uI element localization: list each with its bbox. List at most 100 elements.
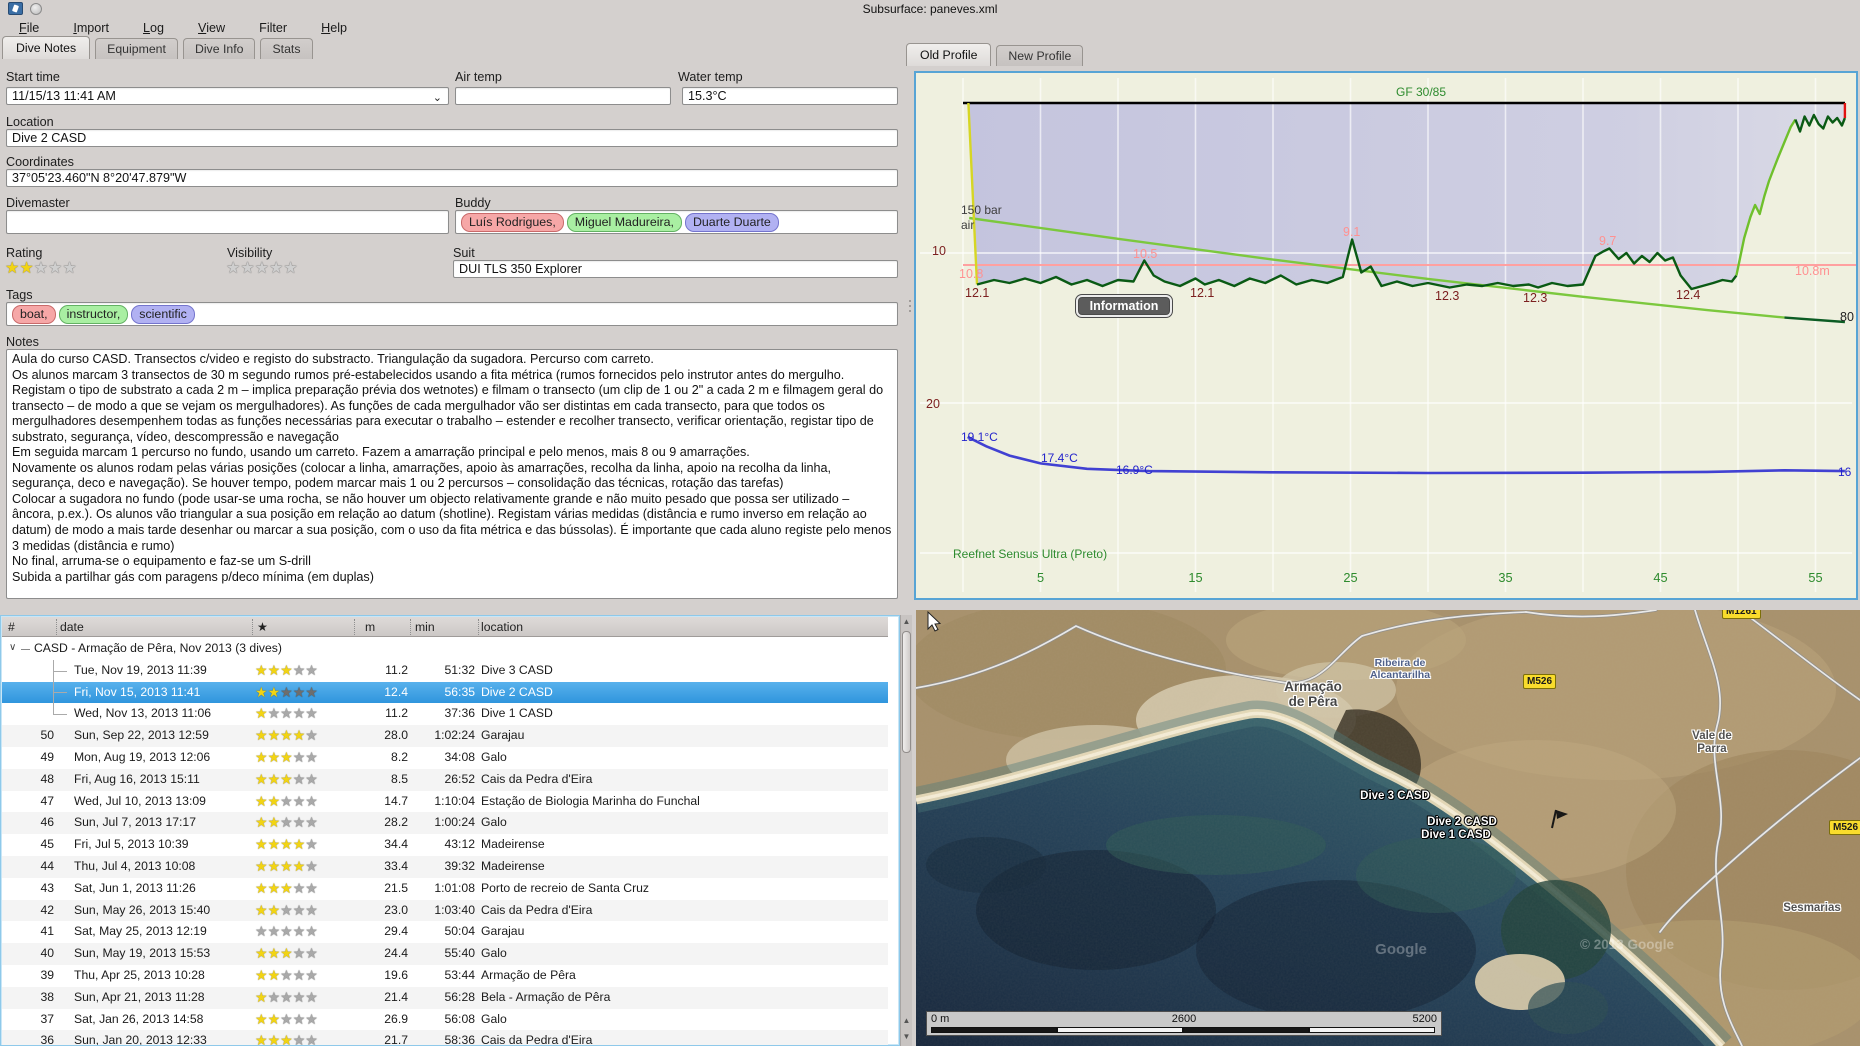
tab-dive-notes[interactable]: Dive Notes xyxy=(2,36,91,59)
dive-row-39[interactable]: 39 Thu, Apr 25, 2013 10:28 ★★★★★ 19.6 53:44 A… xyxy=(2,965,888,987)
star-empty-icon[interactable]: ★ xyxy=(283,261,297,277)
dive-row-40[interactable]: 40 Sun, May 19, 2013 15:53 ★★★★★ 24.4 55:40 G… xyxy=(2,943,888,965)
vertical-splitter-handle[interactable] xyxy=(908,300,912,318)
dive-row-36[interactable]: 36 Sun, Jan 20, 2013 12:33 ★★★★★ 21.7 58:36 C… xyxy=(2,1030,888,1045)
trip-group-row[interactable]: ∨ CASD - Armação de Pêra, Nov 2013 (3 div… xyxy=(2,638,888,660)
dive-row-47[interactable]: 47 Wed, Jul 10, 2013 13:09 ★★★★★ 14.7 1:10:0… xyxy=(2,791,888,813)
star-empty-icon: ★ xyxy=(280,814,293,831)
star-empty-icon: ★ xyxy=(280,1010,293,1027)
chevron-down-icon[interactable]: ⌄ xyxy=(433,91,442,104)
dive-list-header[interactable]: # date ★ m min location xyxy=(2,617,888,637)
divemaster-field[interactable] xyxy=(6,210,449,234)
dive-row-49[interactable]: 49 Mon, Aug 19, 2013 12:06 ★★★★★ 8.2 34:08 Ga… xyxy=(2,747,888,769)
road-badge-m526: M526 xyxy=(1829,820,1860,835)
dive-list-scrollbar[interactable]: ▲ ▲ ▼ xyxy=(900,615,912,1046)
star-filled-icon[interactable]: ★ xyxy=(5,261,19,277)
star-filled-icon[interactable]: ★ xyxy=(19,261,33,277)
star-filled-icon: ★ xyxy=(267,901,281,918)
dive-date: Sat, Jan 26, 2013 14:58 xyxy=(74,1011,204,1026)
dive-row-41[interactable]: 41 Sat, May 25, 2013 12:19 ★★★★★ 29.4 50:04 G… xyxy=(2,921,888,943)
tab-dive-info[interactable]: Dive Info xyxy=(182,38,256,59)
menu-help[interactable]: Help xyxy=(308,20,360,36)
dive-location: Galo xyxy=(481,1011,507,1026)
dive-row-46[interactable]: 46 Sun, Jul 7, 2013 17:17 ★★★★★ 28.2 1:00:24… xyxy=(2,812,888,835)
start-time-combobox[interactable]: 11/15/13 11:41 AM ⌄ xyxy=(6,87,449,105)
notes-textarea[interactable]: Aula do curso CASD. Transectos c/video e… xyxy=(6,349,898,599)
visibility-label: Visibility xyxy=(227,246,273,260)
column-header-num[interactable]: # xyxy=(8,620,15,634)
tags-field[interactable]: boat, instructor, scientific xyxy=(6,302,898,326)
star-empty-icon[interactable]: ★ xyxy=(269,261,283,277)
star-empty-icon[interactable]: ★ xyxy=(34,261,48,277)
dive-site-label: Dive 1 CASD xyxy=(1421,829,1491,841)
menu-filter[interactable]: Filter xyxy=(246,20,300,36)
star-filled-icon: ★ xyxy=(267,727,281,744)
buddy-field[interactable]: Luís Rodrigues, Miguel Madureira, Duarte D… xyxy=(455,210,898,234)
column-header-stars[interactable]: ★ xyxy=(257,620,268,634)
title-bar: Subsurface: paneves.xml xyxy=(0,0,1860,17)
dive-date: Thu, Jul 4, 2013 10:08 xyxy=(74,859,196,873)
tab-new-profile[interactable]: New Profile xyxy=(996,45,1084,66)
coordinates-field[interactable]: 37°05'23.460"N 8°20'47.879"W xyxy=(6,169,898,187)
dive-row-dive-1-casd[interactable]: Wed, Nov 13, 2013 11:06 ★★★★★ 11.2 37:36 Div… xyxy=(2,703,888,725)
rating-stars[interactable]: ★★★★★ xyxy=(5,260,77,278)
dive-row-50[interactable]: 50 Sun, Sep 22, 2013 12:59 ★★★★★ 28.0 1:02:2… xyxy=(2,725,888,747)
water-temp-field[interactable]: 15.3°C xyxy=(682,87,898,105)
dive-location: Galo xyxy=(481,946,507,961)
dive-row-dive-3-casd[interactable]: Tue, Nov 19, 2013 11:39 ★★★★★ 11.2 51:32 Div… xyxy=(2,659,888,682)
visibility-stars[interactable]: ★★★★★ xyxy=(226,260,298,278)
star-empty-icon[interactable]: ★ xyxy=(255,261,269,277)
star-empty-icon[interactable]: ★ xyxy=(226,261,240,277)
scale-start: 0 m xyxy=(931,1013,950,1025)
scrollbar-thumb[interactable] xyxy=(902,631,911,753)
menu-view[interactable]: View xyxy=(185,20,238,36)
dive-location: Garajau xyxy=(481,924,525,939)
scroll-up-icon[interactable]: ▲ xyxy=(901,1016,912,1025)
chart-label: 16 xyxy=(1838,465,1852,479)
collapse-icon[interactable]: ∨ xyxy=(9,642,16,653)
information-button[interactable]: Information xyxy=(1076,295,1172,317)
column-header-date[interactable]: date xyxy=(60,620,84,634)
chip-boat-: boat, xyxy=(12,304,56,324)
star-empty-icon[interactable]: ★ xyxy=(62,261,76,277)
dive-row-45[interactable]: 45 Fri, Jul 5, 2013 10:39 ★★★★★ 34.4 43:12 Ma… xyxy=(2,834,888,856)
dive-row-43[interactable]: 43 Sat, Jun 1, 2013 11:26 ★★★★★ 21.5 1:01:08… xyxy=(2,878,888,900)
star-filled-icon: ★ xyxy=(267,879,281,896)
dive-row-dive-2-casd[interactable]: Fri, Nov 15, 2013 11:41 ★★★★★ 12.4 56:35 Div… xyxy=(2,681,888,704)
dive-row-38[interactable]: 38 Sun, Apr 21, 2013 11:28 ★★★★★ 21.4 56:28 B… xyxy=(2,986,888,1009)
star-empty-icon[interactable]: ★ xyxy=(48,261,62,277)
suit-field[interactable]: DUI TLS 350 Explorer xyxy=(453,260,898,278)
water-temp-value: 15.3°C xyxy=(688,89,727,103)
column-header-m[interactable]: m xyxy=(365,620,375,634)
scroll-up-icon[interactable]: ▲ xyxy=(901,617,912,626)
column-header-location[interactable]: location xyxy=(481,620,523,634)
tab-equipment[interactable]: Equipment xyxy=(95,38,178,59)
tab-old-profile[interactable]: Old Profile xyxy=(906,43,992,66)
column-header-min[interactable]: min xyxy=(415,620,435,634)
star-empty-icon: ★ xyxy=(280,967,293,983)
location-field[interactable]: Dive 2 CASD xyxy=(6,129,898,147)
menu-import[interactable]: Import xyxy=(60,20,122,36)
star-empty-icon: ★ xyxy=(305,683,318,700)
dive-row-44[interactable]: 44 Thu, Jul 4, 2013 10:08 ★★★★★ 33.4 39:32 Ma… xyxy=(2,856,888,878)
chart-label: 12.3 xyxy=(1523,291,1548,305)
dive-location-map[interactable]: Armação de Pêra Ribeira de Alcantarilha Va… xyxy=(916,610,1860,1046)
dive-row-48[interactable]: 48 Fri, Aug 16, 2013 15:11 ★★★★★ 8.5 26:52 Ca… xyxy=(2,768,888,791)
dive-location: Dive 1 CASD xyxy=(481,706,553,721)
dive-location: Estação de Biologia Marinha do Funchal xyxy=(481,793,700,808)
star-empty-icon: ★ xyxy=(292,792,306,809)
menu-file[interactable]: File xyxy=(6,20,52,36)
dive-duration: 56:08 xyxy=(444,1011,476,1026)
dive-depth: 11.2 xyxy=(385,706,408,721)
star-filled-icon: ★ xyxy=(292,858,306,874)
scale-mid: 2600 xyxy=(1171,1013,1197,1025)
dive-row-42[interactable]: 42 Sun, May 26, 2013 15:40 ★★★★★ 23.0 1:03:4… xyxy=(2,899,888,922)
star-empty-icon[interactable]: ★ xyxy=(240,261,254,277)
air-temp-field[interactable] xyxy=(455,87,671,105)
chart-label: 10 xyxy=(932,244,946,258)
dive-row-37[interactable]: 37 Sat, Jan 26, 2013 14:58 ★★★★★ 26.9 56:08 G… xyxy=(2,1009,888,1031)
dive-number: 47 xyxy=(40,793,54,808)
tab-stats[interactable]: Stats xyxy=(260,38,313,59)
menu-log[interactable]: Log xyxy=(130,20,177,36)
scroll-down-icon[interactable]: ▼ xyxy=(901,1032,912,1041)
